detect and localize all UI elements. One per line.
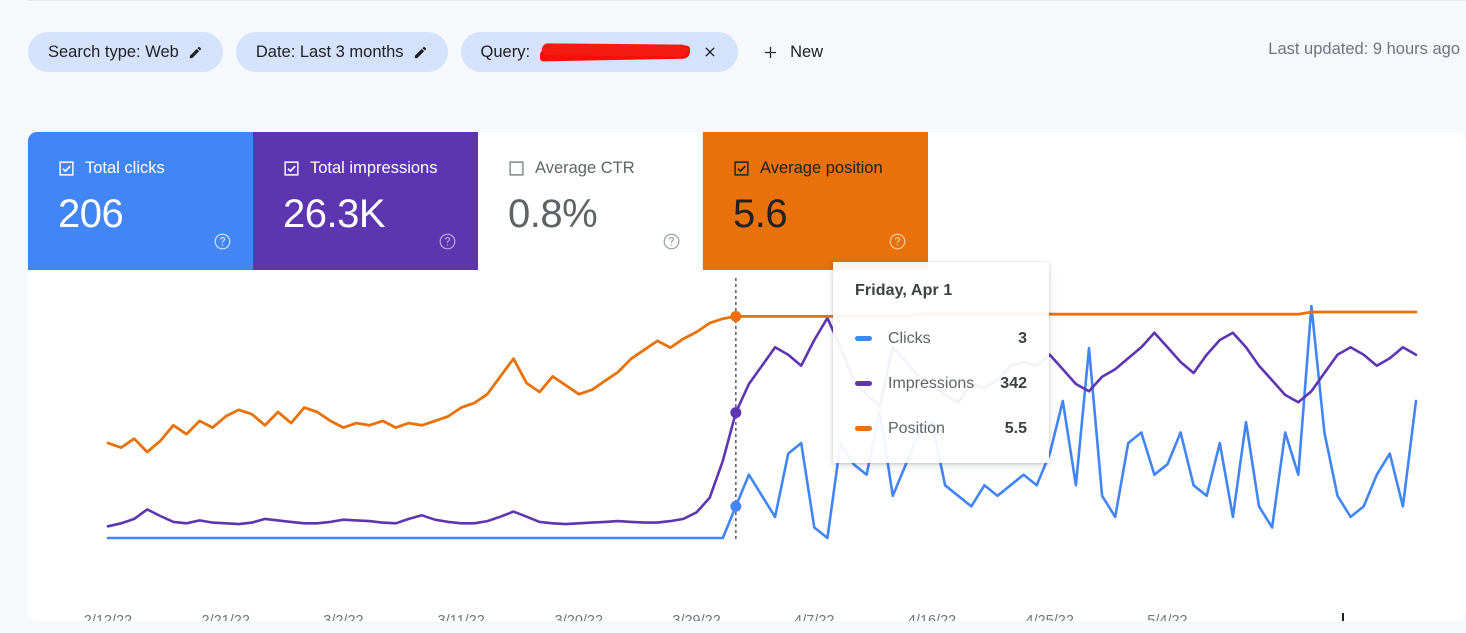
redacted-query-value bbox=[539, 45, 691, 61]
x-axis: 2/12/22 2/21/22 3/2/22 3/11/22 3/20/22 3/29/2… bbox=[28, 573, 1466, 621]
metric-title: Total impressions bbox=[310, 159, 438, 178]
filter-chip-date-label: Date: Last 3 months bbox=[255, 42, 404, 61]
metric-value: 26.3K bbox=[283, 192, 386, 236]
legend-swatch-clicks bbox=[855, 335, 872, 342]
x-axis-tick: 3/29/22 bbox=[672, 613, 721, 621]
checkbox-checked-icon[interactable] bbox=[733, 160, 750, 177]
metric-header: Average CTR bbox=[508, 160, 702, 177]
filter-bar: Search type: Web Date: Last 3 months Que… bbox=[28, 32, 837, 72]
pencil-icon bbox=[414, 46, 426, 58]
metric-card-total-impressions[interactable]: Total impressions 26.3K bbox=[253, 132, 478, 270]
checkbox-checked-icon[interactable] bbox=[283, 160, 300, 177]
plus-icon bbox=[765, 46, 777, 58]
filter-chip-date[interactable]: Date: Last 3 months bbox=[235, 32, 448, 72]
search-performance-page: Search type: Web Date: Last 3 months Que… bbox=[0, 0, 1466, 633]
x-axis-tick: 3/2/22 bbox=[323, 613, 364, 621]
x-axis-tick: 5/4/22 bbox=[1147, 613, 1188, 621]
metric-header: Total impressions bbox=[283, 160, 478, 177]
x-axis-tick: 2/21/22 bbox=[201, 613, 250, 621]
filter-chip-search-type-label: Search type: Web bbox=[48, 42, 179, 61]
tooltip-label-position: Position bbox=[888, 419, 945, 437]
add-filter-label: New bbox=[790, 42, 824, 61]
pencil-icon bbox=[189, 46, 201, 58]
metric-header: Average position bbox=[733, 160, 928, 177]
tooltip-value-position: 5.5 bbox=[1004, 419, 1027, 437]
hover-point-clicks bbox=[730, 500, 742, 512]
metric-title: Average CTR bbox=[535, 159, 635, 178]
last-updated-text: Last updated: 9 hours ago bbox=[1268, 40, 1460, 58]
filter-chip-query[interactable]: Query: bbox=[460, 32, 739, 72]
text-caret bbox=[1342, 613, 1344, 621]
filter-chip-search-type[interactable]: Search type: Web bbox=[28, 32, 223, 72]
metric-value: 0.8% bbox=[508, 192, 598, 236]
metric-header: Total clicks bbox=[58, 160, 253, 177]
help-icon[interactable] bbox=[438, 232, 457, 251]
top-divider bbox=[28, 0, 1466, 1]
add-filter-button[interactable]: New bbox=[751, 32, 837, 72]
chart-canvas bbox=[106, 278, 1418, 540]
filter-chip-query-label: Query: bbox=[480, 42, 531, 61]
tooltip-label-clicks: Clicks bbox=[888, 329, 931, 347]
legend-swatch-position bbox=[855, 425, 872, 432]
checkbox-checked-icon[interactable] bbox=[58, 160, 75, 177]
x-axis-tick: 4/16/22 bbox=[907, 613, 957, 621]
performance-panel: Total clicks 206 Total impressions 26.3K bbox=[28, 132, 1466, 621]
x-axis-tick: 4/25/22 bbox=[1025, 613, 1074, 621]
hover-point-impressions bbox=[730, 407, 742, 419]
metric-value: 5.6 bbox=[733, 192, 788, 236]
help-icon[interactable] bbox=[213, 232, 232, 251]
series-line-position bbox=[106, 310, 1418, 454]
tooltip-value-clicks: 3 bbox=[1018, 329, 1027, 347]
metric-card-average-ctr[interactable]: Average CTR 0.8% bbox=[478, 132, 703, 270]
performance-chart[interactable]: 2/12/22 2/21/22 3/2/22 3/11/22 3/20/22 3/29/2… bbox=[28, 270, 1466, 621]
tooltip-value-impressions: 342 bbox=[1000, 374, 1027, 392]
close-icon[interactable] bbox=[702, 44, 718, 60]
help-icon[interactable] bbox=[888, 232, 907, 251]
tooltip-row-clicks: Clicks 3 bbox=[855, 316, 1027, 361]
chart-tooltip: Friday, Apr 1 Clicks 3 Impressions 342 P… bbox=[833, 262, 1049, 463]
legend-swatch-impressions bbox=[855, 380, 872, 387]
x-axis-tick: 2/12/22 bbox=[83, 613, 133, 621]
metric-title: Average position bbox=[760, 159, 883, 178]
tooltip-date: Friday, Apr 1 bbox=[855, 282, 953, 299]
tooltip-row-position: Position 5.5 bbox=[855, 406, 1027, 451]
tooltip-row-impressions: Impressions 342 bbox=[855, 361, 1027, 406]
x-axis-tick: 3/11/22 bbox=[437, 613, 485, 621]
metric-card-total-clicks[interactable]: Total clicks 206 bbox=[28, 132, 253, 270]
hover-point-position bbox=[730, 310, 742, 322]
x-axis-tick: 3/20/22 bbox=[554, 613, 604, 621]
tooltip-label-impressions: Impressions bbox=[888, 374, 975, 392]
x-axis-tick: 4/7/22 bbox=[794, 613, 835, 621]
help-icon[interactable] bbox=[662, 232, 681, 251]
metric-cards: Total clicks 206 Total impressions 26.3K bbox=[28, 132, 1466, 270]
metric-card-average-position[interactable]: Average position 5.6 bbox=[703, 132, 928, 270]
metric-cards-filler bbox=[928, 132, 1466, 270]
metric-value: 206 bbox=[58, 192, 124, 236]
metric-title: Total clicks bbox=[85, 159, 165, 178]
checkbox-unchecked-icon[interactable] bbox=[508, 160, 525, 177]
series-position-group bbox=[106, 310, 1418, 454]
